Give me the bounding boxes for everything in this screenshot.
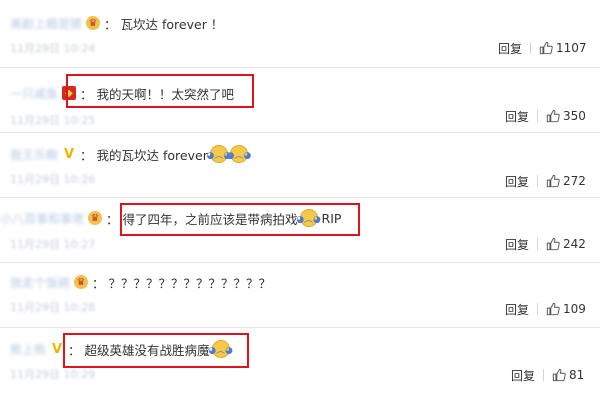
like-count: 242 [563,237,586,251]
username-link[interactable]: 熊上熊 [10,341,46,358]
verified-badge-icon: V [51,341,63,357]
comment-item: 美剧上瘾是猹 ♛ ： 瓦坎达 forever ！ 11月29日 10:24 回复… [0,0,600,64]
like-count: 272 [563,174,586,188]
crown-badge-icon: ♛ [86,16,101,30]
thumbs-up-icon[interactable] [539,41,553,55]
comment-actions: 回复 1107 [498,38,587,58]
comment-actions: 回复 109 [505,299,586,319]
crown-badge-icon: ♛ [74,275,89,289]
action-divider [537,110,539,122]
action-divider [543,369,545,381]
comment-line: 我王乐鲍 V ： 我的瓦坎达 forever ◕︵◕ ◕︵◕ [10,143,251,165]
reply-button[interactable]: 回复 [511,367,535,384]
comment-list: 美剧上瘾是猹 ♛ ： 瓦坎达 forever ！ 11月29日 10:24 回复… [0,0,600,400]
comment-item: 放走个饭碗 ♛ ： ？？？？？？？？？？？？？ 11月29日 10:28 回复 … [0,263,600,327]
comment-time: 11月29日 10:25 [10,114,96,127]
comment-text: 我的瓦坎达 forever [96,147,208,163]
comment-actions: 回复 272 [505,171,586,191]
comment-line: 美剧上瘾是猹 ♛ ： 瓦坎达 forever ！ [10,12,223,34]
crying-face-icon: ◕︵◕ [206,145,231,163]
username-link[interactable]: 小八百事和事佬 [0,210,84,227]
reply-button[interactable]: 回复 [505,173,529,190]
comment-time: 11月29日 10:29 [10,368,96,381]
thumbs-up-icon[interactable] [546,302,560,316]
like-count: 109 [563,302,586,316]
thumbs-up-icon[interactable] [546,237,560,251]
comment-actions: 回复 350 [505,106,586,126]
username-link[interactable]: 一只咸鱼 [10,85,58,102]
verified-badge-icon: V [63,146,75,162]
comment-text: ？？？？？？？？？？？？？ [108,275,272,291]
reply-button[interactable]: 回复 [505,108,529,125]
comment-time: 11月29日 10:26 [10,173,96,186]
thumbs-up-icon[interactable] [546,109,560,123]
thumbs-up-icon[interactable] [546,174,560,188]
action-divider [537,238,539,250]
highlight-box [63,333,249,368]
action-divider [537,303,539,315]
highlight-box [120,203,360,236]
comment-text: 瓦坎达 forever ！ [120,16,224,32]
like-count: 350 [563,109,586,123]
username-link[interactable]: 我王乐鲍 [10,146,58,163]
comment-time: 11月29日 10:28 [10,301,96,314]
like-count: 1107 [556,41,587,55]
comment-actions: 回复 242 [505,234,586,254]
like-count: 81 [569,368,585,382]
separator: ： [104,16,117,32]
comment-time: 11月29日 10:24 [10,42,96,55]
crown-badge-icon: ♛ [88,211,103,225]
username-link[interactable]: 放走个饭碗 [10,274,70,291]
highlight-box [66,74,254,108]
comment-actions: 回复 81 [511,365,584,385]
reply-button[interactable]: 回复 [505,236,529,253]
action-divider [530,42,532,54]
comment-time: 11月29日 10:27 [10,238,96,251]
separator: ： [106,211,119,227]
separator: ： [80,147,93,163]
username-link[interactable]: 美剧上瘾是猹 [10,15,82,32]
comment-line: 放走个饭碗 ♛ ： ？？？？？？？？？？？？？ [10,271,271,293]
separator: ： [92,275,105,291]
crying-face-icon: ◕︵◕ [226,145,251,163]
action-divider [537,175,539,187]
reply-button[interactable]: 回复 [505,301,529,318]
thumbs-up-icon[interactable] [552,368,566,382]
reply-button[interactable]: 回复 [498,40,522,57]
comment-item: 我王乐鲍 V ： 我的瓦坎达 forever ◕︵◕ ◕︵◕ 11月29日 10… [0,133,600,197]
